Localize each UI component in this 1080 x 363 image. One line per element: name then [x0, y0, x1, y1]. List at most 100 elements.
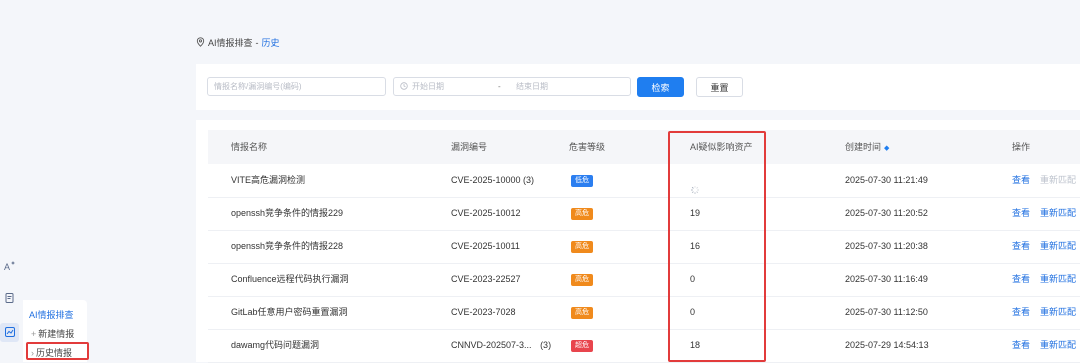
rematch-link[interactable]: 重新匹配 [1040, 340, 1076, 350]
col-header-level: 危害等级 [569, 142, 606, 152]
loading-spinner-icon [690, 176, 700, 194]
level-badge: 超危 [571, 339, 593, 352]
table-row: openssh竞争条件的情报229 CVE-2025-10012 高危 19 2025-… [208, 197, 1080, 231]
date-range-picker[interactable]: 开始日期 - 结束日期 [393, 77, 631, 96]
vuln-id-cell: CVE-2025-10000 (3) [451, 164, 534, 197]
view-link[interactable]: 查看 [1012, 307, 1030, 317]
start-date-placeholder[interactable]: 开始日期 [412, 81, 498, 92]
date-range-separator: - [498, 82, 501, 91]
level-cell: 高危 [571, 296, 593, 329]
level-badge: 高危 [571, 306, 593, 319]
subnav-title: AI情报排查 [29, 310, 74, 320]
created-time: 2025-07-30 11:20:52 [845, 208, 928, 218]
created-time: 2025-07-30 11:21:49 [845, 175, 928, 185]
col-header-name: 情报名称 [231, 142, 268, 152]
ai-sparkle-icon[interactable]: A [3, 259, 17, 273]
breadcrumb: AI情报排查 - 历史 [196, 36, 280, 49]
level-badge: 低危 [571, 174, 593, 187]
svg-text:A: A [4, 262, 10, 272]
sub-nav: AI情报排查 + 新建情报 › 历史情报 [23, 300, 87, 362]
ai-assets-cell: 16 [690, 230, 700, 263]
rematch-link[interactable]: 重新匹配 [1040, 208, 1076, 218]
rematch-link: 重新匹配 [1040, 175, 1077, 185]
intel-name: openssh竞争条件的情报229 [231, 208, 344, 218]
table-row: dawamg代码问题漏洞 CNNVD-202507-3... (3) 超危 18 202… [208, 329, 1080, 363]
intel-name: dawamg代码问题漏洞 [231, 340, 320, 350]
vuln-id: CVE-2023-7028 [451, 307, 516, 317]
col-header-actions: 操作 [1012, 142, 1031, 152]
subnav-item-history[interactable]: › 历史情报 [31, 346, 72, 359]
breadcrumb-separator: - [255, 37, 259, 48]
ai-assets-count[interactable]: 16 [690, 241, 700, 251]
actions-cell: 查看 重新匹配 [1012, 296, 1080, 329]
sort-icon[interactable]: ◆ [884, 145, 889, 152]
view-link[interactable]: 查看 [1012, 340, 1030, 350]
vuln-id: CVE-2025-10011 [451, 241, 520, 251]
filter-bar: 情报名称/漏洞编号(编码) 开始日期 - 结束日期 检索 重置 [196, 64, 1080, 110]
ai-assets-cell: 0 [690, 263, 695, 296]
search-input[interactable]: 情报名称/漏洞编号(编码) [207, 77, 386, 96]
col-header-created-time[interactable]: 创建时间 ◆ [845, 130, 889, 164]
created-time: 2025-07-30 11:20:38 [845, 241, 928, 251]
intel-name: GitLab任意用户密码重置漏洞 [231, 307, 348, 317]
level-badge: 高危 [571, 273, 593, 286]
actions-cell: 查看 重新匹配 [1012, 329, 1080, 362]
rematch-link[interactable]: 重新匹配 [1040, 307, 1076, 317]
location-pin-icon [196, 36, 205, 49]
created-time: 2025-07-30 11:16:49 [845, 274, 928, 284]
rematch-link[interactable]: 重新匹配 [1040, 241, 1076, 251]
vuln-id: CVE-2025-10012 [451, 208, 521, 218]
ai-assets-cell: 18 [690, 329, 700, 362]
view-link[interactable]: 查看 [1012, 208, 1030, 218]
ai-assets-count[interactable]: 0 [690, 307, 695, 317]
table-row: GitLab任意用户密码重置漏洞 CVE-2023-7028 高危 0 2025-07-… [208, 296, 1080, 330]
vuln-id-extra: (3) [540, 340, 552, 350]
ai-assets-cell: 0 [690, 296, 695, 329]
vuln-id-cell: CNNVD-202507-3... (3) [451, 329, 551, 362]
level-cell: 高危 [571, 263, 593, 296]
ai-assets-cell: 19 [690, 197, 700, 230]
clock-icon [400, 81, 408, 92]
left-rail: A [0, 0, 22, 362]
view-link[interactable]: 查看 [1012, 175, 1030, 185]
breadcrumb-parent[interactable]: AI情报排查 [208, 36, 253, 49]
document-icon[interactable] [3, 291, 17, 305]
end-date-placeholder[interactable]: 结束日期 [516, 81, 548, 92]
col-header-vuln-id: 漏洞编号 [451, 142, 488, 152]
intel-name: Confluence远程代码执行漏洞 [231, 274, 349, 284]
vuln-id-cell: CVE-2023-22527 [451, 263, 521, 296]
rematch-link[interactable]: 重新匹配 [1040, 274, 1076, 284]
vuln-id: CNNVD-202507-3... [451, 340, 532, 350]
view-link[interactable]: 查看 [1012, 274, 1030, 284]
level-cell: 超危 [571, 329, 593, 362]
vuln-id-cell: CVE-2023-7028 [451, 296, 516, 329]
actions-cell: 查看 重新匹配 [1012, 230, 1080, 263]
view-link[interactable]: 查看 [1012, 241, 1030, 251]
created-time: 2025-07-29 14:54:13 [845, 340, 929, 350]
level-badge: 高危 [571, 207, 593, 220]
breadcrumb-current: 历史 [261, 38, 280, 48]
table-header: 情报名称 漏洞编号 危害等级 AI疑似影响资产 创建时间 ◆ 操作 [208, 130, 1080, 164]
col-header-created-time-label: 创建时间 [845, 142, 882, 152]
ai-assets-count[interactable]: 19 [690, 208, 700, 218]
vuln-id: CVE-2023-22527 [451, 274, 521, 284]
subnav-item-label: 新建情报 [38, 329, 75, 339]
reset-button[interactable]: 重置 [696, 77, 743, 97]
intel-name: VITE高危漏洞检测 [231, 175, 306, 185]
search-button[interactable]: 检索 [637, 77, 684, 97]
ai-assets-cell [690, 164, 700, 197]
ai-assets-count[interactable]: 0 [690, 274, 695, 284]
actions-cell: 查看 重新匹配 [1012, 263, 1080, 296]
level-cell: 低危 [571, 164, 593, 197]
chart-icon[interactable] [3, 325, 17, 339]
actions-cell: 查看 重新匹配 [1012, 164, 1080, 197]
subnav-item-new[interactable]: + 新建情报 [31, 327, 74, 340]
level-badge: 高危 [571, 240, 593, 253]
actions-cell: 查看 重新匹配 [1012, 197, 1080, 230]
plus-icon: + [31, 329, 37, 339]
col-header-ai-assets: AI疑似影响资产 [690, 142, 753, 152]
history-table: 情报名称 漏洞编号 危害等级 AI疑似影响资产 创建时间 ◆ 操作 VITE高危漏… [196, 120, 1080, 363]
ai-assets-count[interactable]: 18 [690, 340, 700, 350]
table-row: openssh竞争条件的情报228 CVE-2025-10011 高危 16 2025-… [208, 230, 1080, 264]
table-row: Confluence远程代码执行漏洞 CVE-2023-22527 高危 0 2025-… [208, 263, 1080, 297]
